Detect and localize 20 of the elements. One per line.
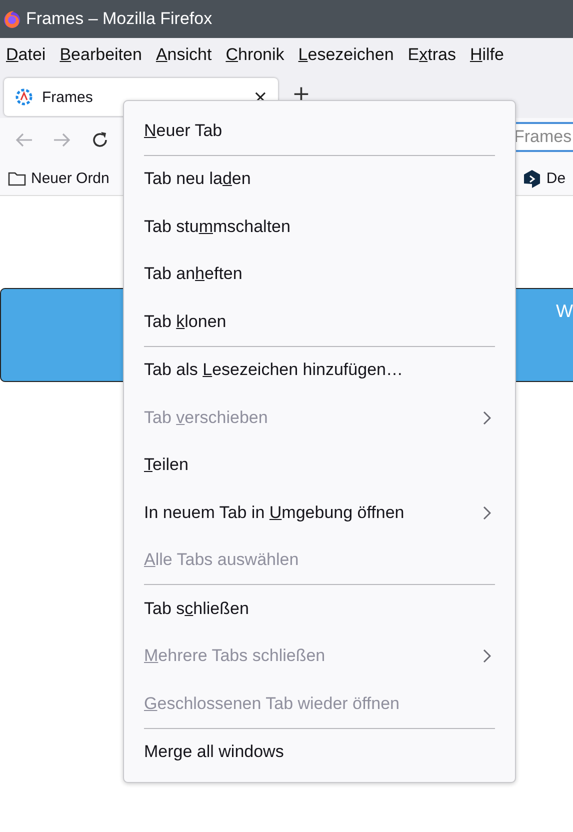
menu-bar-item[interactable]: Hilfe	[470, 45, 504, 65]
bookmark-item[interactable]: De	[523, 168, 566, 188]
menu-bar-item[interactable]: Bearbeiten	[60, 45, 142, 65]
menu-bar-item[interactable]: Extras	[408, 45, 456, 65]
menu-bar-item[interactable]: Datei	[6, 45, 46, 65]
menu-item[interactable]: Merge all windows	[124, 728, 515, 776]
menu-bar-item[interactable]: Ansicht	[156, 45, 212, 65]
menu-bar-item[interactable]: Lesezeichen	[298, 45, 394, 65]
banner-text: W	[556, 301, 573, 322]
bookmark-item[interactable]: Neuer Ordn	[8, 170, 110, 187]
menu-item[interactable]: Tab anheften	[124, 250, 515, 298]
menu-item[interactable]: Tab als Lesezeichen hinzufügen…	[124, 346, 515, 394]
menu-item[interactable]: Tab schließen	[124, 585, 515, 632]
menu-item[interactable]: Tab klonen	[124, 298, 515, 346]
menu-item[interactable]: Tab neu laden	[124, 156, 515, 203]
menu-bar-item[interactable]: Chronik	[226, 45, 284, 65]
menu-item[interactable]: In neuem Tab in Umgebung öffnen	[124, 489, 515, 536]
menu-item[interactable]: Tab stummschalten	[124, 203, 515, 250]
window-title: Frames – Mozilla Firefox	[26, 9, 212, 29]
menu-item[interactable]: Teilen	[124, 442, 515, 489]
